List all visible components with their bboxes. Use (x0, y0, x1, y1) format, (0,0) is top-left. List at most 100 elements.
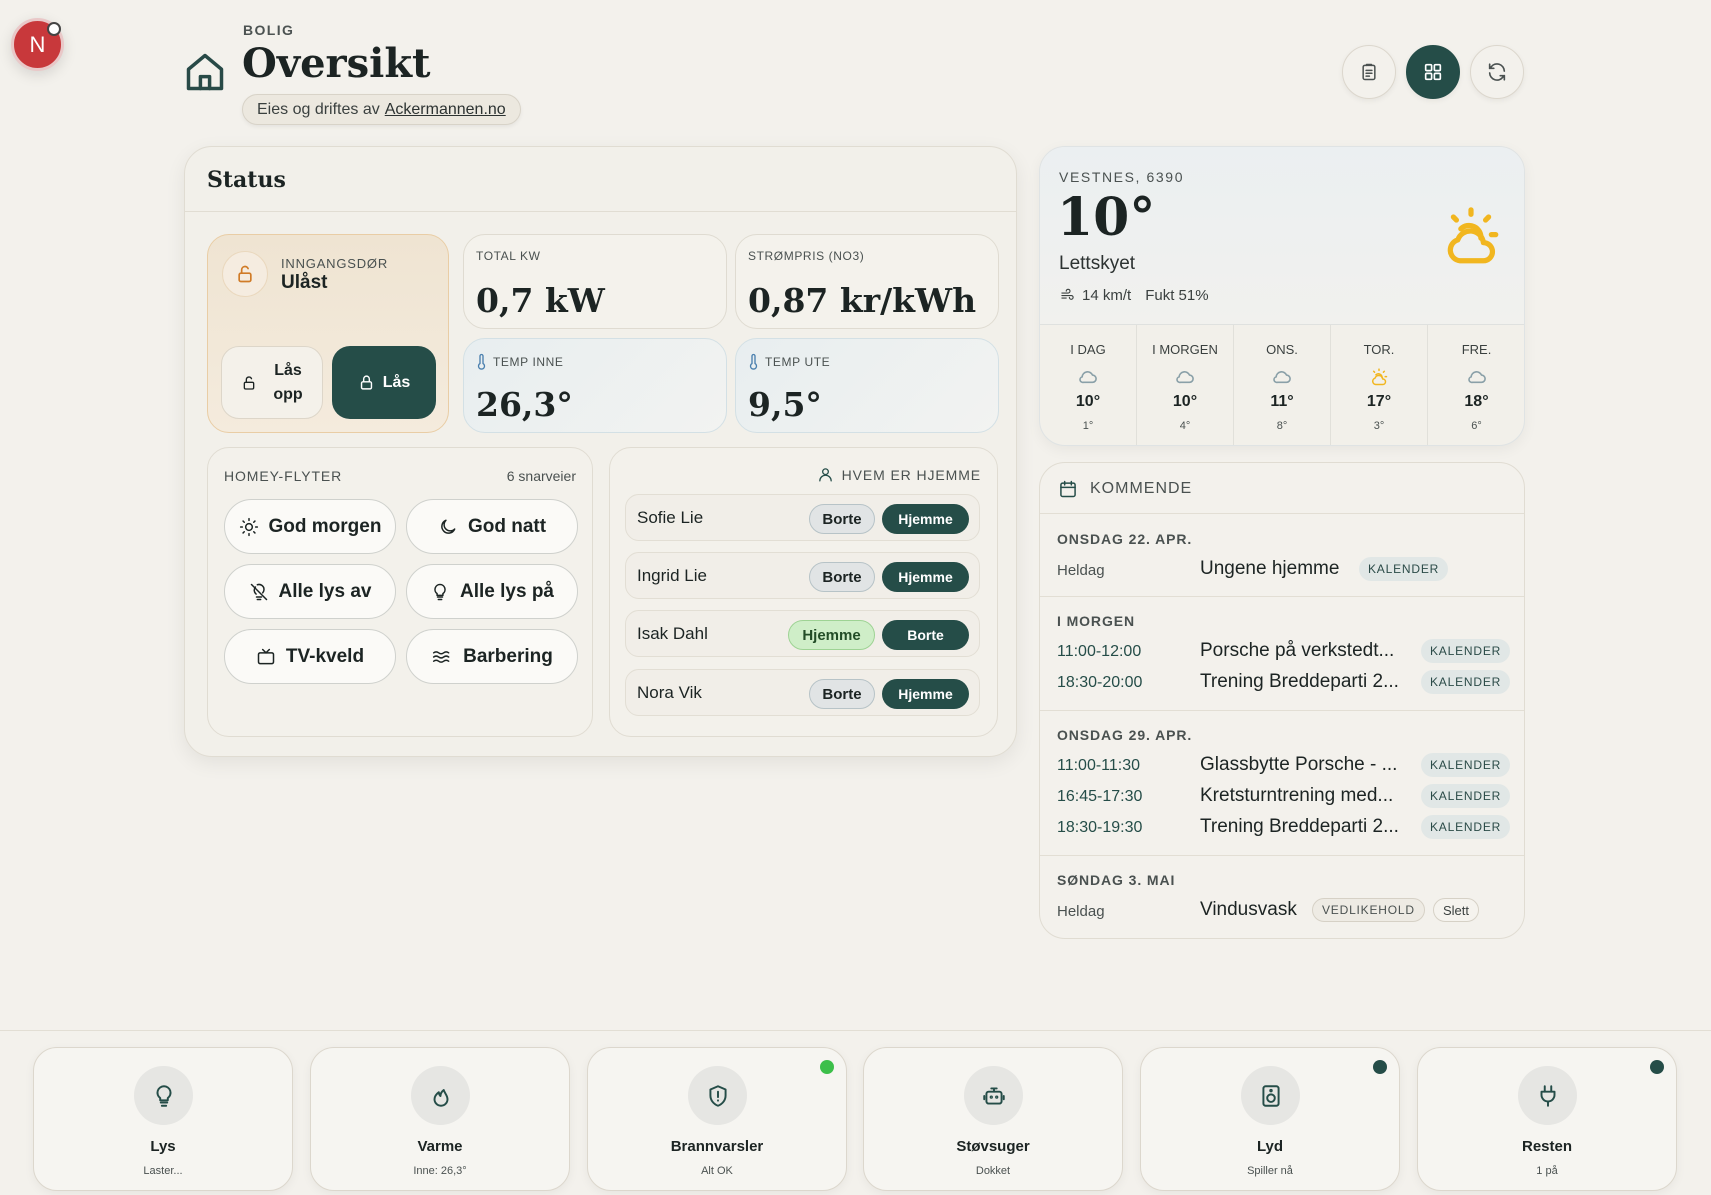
power-price-card: STRØMPRIS (NO3) 0,87 kr/kWh (735, 234, 999, 329)
flow-label: TV-kveld (285, 645, 365, 667)
tile-title: Støvsuger (956, 1138, 1030, 1155)
status-indicator (1373, 1060, 1387, 1074)
divider (1040, 710, 1524, 711)
weather-current: VESTNES, 6390 10° Lettskyet 14 km/t Fukt… (1040, 147, 1524, 325)
page-title: Oversikt (242, 40, 431, 87)
wind-icon (1061, 288, 1074, 300)
unlock-button[interactable]: Lås opp (221, 346, 323, 419)
presence-label: HVEM ER HJEMME (817, 466, 981, 483)
tile-status: Laster... (143, 1165, 183, 1177)
home-toggle[interactable]: Hjemme (882, 679, 969, 709)
temp-inside-card: TEMP INNE 26,3° (463, 338, 727, 433)
divider (185, 211, 1016, 212)
forecast-day: TOR. 17° 3° (1331, 325, 1428, 445)
user-avatar[interactable]: N (11, 18, 64, 71)
weather-condition: Lettskyet (1059, 253, 1136, 274)
avatar-status-dot (47, 22, 61, 36)
front-door-card: INNGANGSDØR Ulåst Lås opp Lås (207, 234, 449, 433)
event-time: 11:00-12:00 (1057, 643, 1142, 660)
partly-sunny-icon (1368, 367, 1390, 386)
event-date: I MORGEN (1057, 613, 1135, 629)
calendar-tag: KALENDER (1421, 784, 1511, 808)
cloud-icon (1271, 367, 1293, 385)
flow-tv-evening-button[interactable]: TV-kveld (224, 629, 396, 684)
device-dock: Lys Laster... Varme Inne: 26,3° Brannvar… (0, 1030, 1711, 1195)
cloud-icon (1466, 367, 1488, 385)
home-toggle[interactable]: Hjemme (882, 504, 969, 534)
flame-icon (411, 1066, 470, 1125)
forecast-day: I MORGEN 10° 4° (1137, 325, 1234, 445)
divider (1040, 596, 1524, 597)
delete-button[interactable]: Slett (1433, 898, 1480, 922)
flow-lights-off-button[interactable]: Alle lys av (224, 564, 396, 619)
owner-chip: Eies og driftes av Ackermannen.no (242, 94, 521, 125)
event-time: Heldag (1057, 903, 1105, 920)
clipboard-button[interactable] (1342, 45, 1396, 99)
flow-label: Alle lys av (278, 580, 372, 602)
event-title[interactable]: Trening Breddeparti 2... (1200, 671, 1399, 693)
flows-count: 6 snarveier (506, 468, 576, 484)
calendar-tag: KALENDER (1421, 670, 1511, 694)
event-title[interactable]: Kretsturntrening med... (1200, 785, 1393, 807)
tile-title: Varme (417, 1138, 463, 1155)
away-toggle[interactable]: Borte (882, 620, 969, 650)
partly-sunny-icon (1438, 203, 1504, 269)
flow-shaving-button[interactable]: Barbering (406, 629, 578, 684)
heating-tile[interactable]: Varme Inne: 26,3° (310, 1047, 570, 1191)
flow-good-morning-button[interactable]: God morgen (224, 499, 396, 554)
status-card: Status INNGANGSDØR Ulåst Lås opp Lås TOTA… (184, 146, 1017, 757)
smoke-alarm-tile[interactable]: Brannvarsler Alt OK (587, 1047, 847, 1191)
total-kw-card: TOTAL KW 0,7 kW (463, 234, 727, 329)
door-state: Ulåst (281, 272, 328, 293)
bulb-off-icon (249, 582, 269, 602)
event-time: 11:00-11:30 (1057, 757, 1141, 774)
grid-icon (1422, 61, 1444, 83)
flow-label: God morgen (268, 515, 382, 537)
forecast-day: I DAG 10° 1° (1040, 325, 1137, 445)
bulb-icon (430, 582, 450, 602)
flow-lights-on-button[interactable]: Alle lys på (406, 564, 578, 619)
away-toggle[interactable]: Borte (809, 504, 875, 534)
forecast-day: FRE. 18° 6° (1461, 342, 1492, 432)
refresh-icon (1486, 61, 1508, 83)
vacuum-tile[interactable]: Støvsuger Dokket (863, 1047, 1123, 1191)
tile-title: Lys (150, 1138, 176, 1155)
home-toggle[interactable]: Hjemme (788, 620, 875, 650)
audio-tile[interactable]: Lyd Spiller nå (1140, 1047, 1400, 1191)
event-title[interactable]: Porsche på verkstedt... (1200, 640, 1394, 662)
home-toggle[interactable]: Hjemme (882, 562, 969, 592)
tile-title: Lyd (1256, 1138, 1284, 1155)
lock-button[interactable]: Lås (332, 346, 436, 419)
tile-title: Brannvarsler (670, 1138, 764, 1155)
event-title[interactable]: Glassbytte Porsche - ... (1200, 754, 1397, 776)
other-devices-tile[interactable]: Resten 1 på (1417, 1047, 1677, 1191)
lights-tile[interactable]: Lys Laster... (33, 1047, 293, 1191)
speaker-icon (1241, 1066, 1300, 1125)
shield-alert-icon (688, 1066, 747, 1125)
away-toggle[interactable]: Borte (809, 562, 875, 592)
event-title[interactable]: Vindusvask (1200, 899, 1297, 921)
tile-status: Alt OK (701, 1165, 733, 1177)
event-title[interactable]: Trening Breddeparti 2... (1200, 816, 1399, 838)
homey-flows-panel: HOMEY-FLYTER 6 snarveier God morgen God … (207, 447, 593, 737)
event-time: Heldag (1057, 562, 1105, 579)
owner-link[interactable]: Ackermannen.no (385, 101, 506, 119)
metric-label: STRØMPRIS (NO3) (748, 249, 865, 263)
event-time: 18:30-20:00 (1057, 674, 1143, 691)
metric-label: TEMP INNE (476, 353, 564, 371)
away-toggle[interactable]: Borte (809, 679, 875, 709)
status-indicator (1650, 1060, 1664, 1074)
flow-good-night-button[interactable]: God natt (406, 499, 578, 554)
refresh-button[interactable] (1470, 45, 1524, 99)
person-row-nora: Nora Vik Borte Hjemme (625, 669, 980, 716)
metric-value: 9,5° (748, 385, 822, 424)
unlock-label: Lås opp (273, 361, 303, 403)
event-title[interactable]: Ungene hjemme (1200, 558, 1339, 580)
tile-status: 1 på (1536, 1165, 1558, 1177)
grid-view-button[interactable] (1406, 45, 1460, 99)
event-time: 18:30-19:30 (1057, 819, 1143, 836)
unlock-icon (241, 375, 257, 391)
temp-outside-card: TEMP UTE 9,5° (735, 338, 999, 433)
person-name: Ingrid Lie (637, 566, 707, 585)
person-row-sofie: Sofie Lie Borte Hjemme (625, 494, 980, 541)
